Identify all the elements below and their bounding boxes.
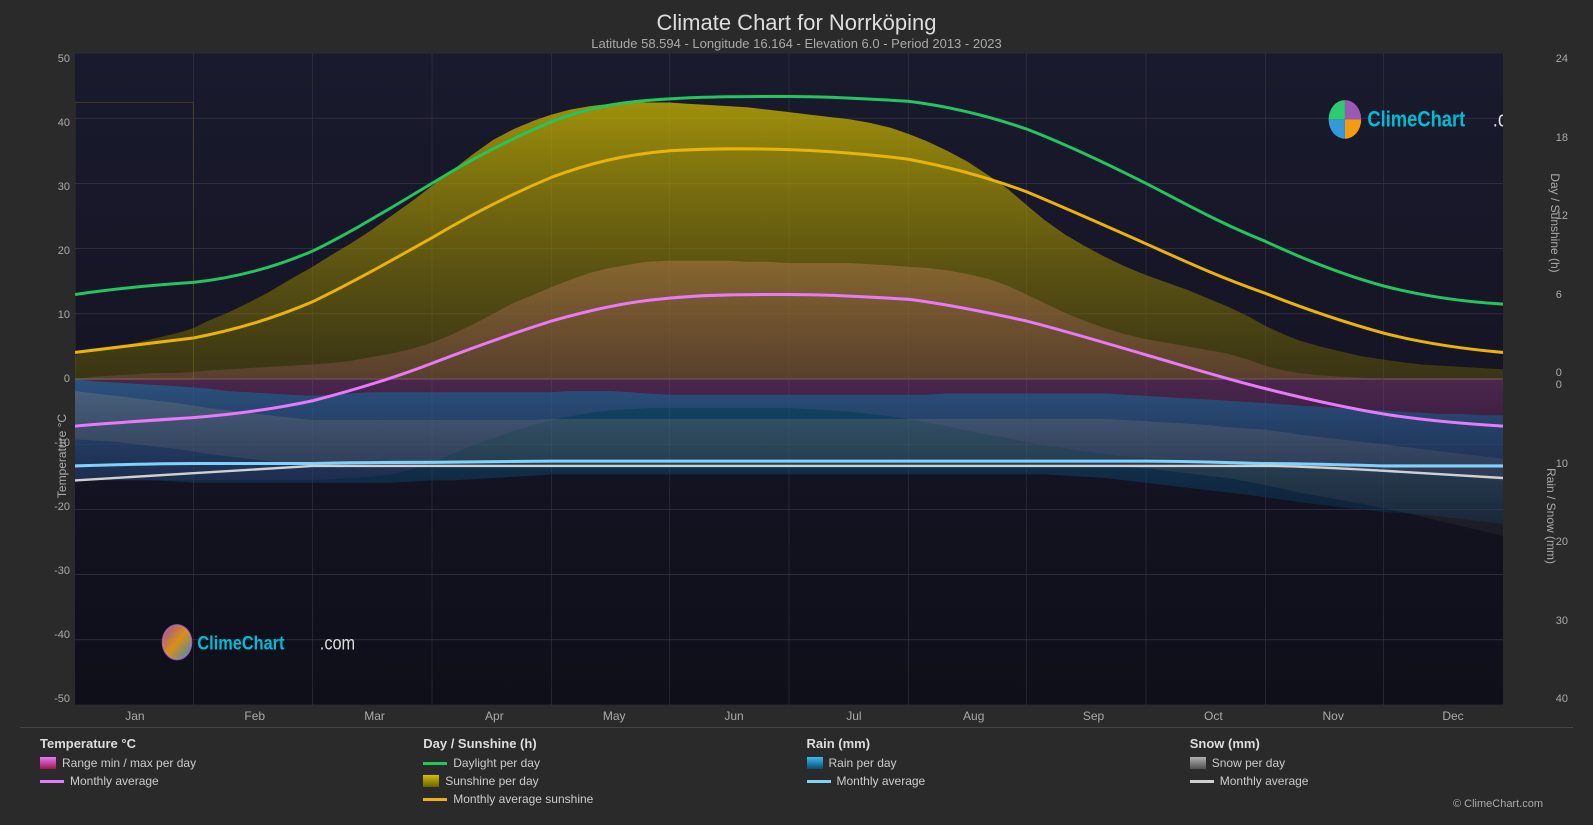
page-wrapper: Climate Chart for Norrköping Latitude 58… — [0, 0, 1593, 825]
legend-temp-avg-label: Monthly average — [70, 774, 159, 788]
x-label-may: May — [554, 709, 674, 723]
x-label-sep: Sep — [1034, 709, 1154, 723]
x-label-apr: Apr — [434, 709, 554, 723]
snow-avg-line-swatch — [1190, 780, 1214, 783]
legend-temp-title: Temperature °C — [40, 736, 403, 751]
sunshine-swatch — [423, 775, 439, 787]
y-axis-left-label: Temperature °C — [55, 386, 69, 526]
rain-swatch — [807, 757, 823, 769]
temp-avg-line-swatch — [40, 780, 64, 783]
y-right-0mm: 0 — [1556, 379, 1568, 391]
legend-daylight-label: Daylight per day — [453, 756, 540, 770]
y-left-0: 0 — [20, 373, 70, 385]
footer-credit: © ClimeChart.com — [1190, 798, 1553, 810]
y-right-6h: 6 — [1556, 289, 1568, 301]
x-label-mar: Mar — [315, 709, 435, 723]
sunshine-avg-line-swatch — [423, 798, 447, 801]
chart-subtitle: Latitude 58.594 - Longitude 16.164 - Ele… — [20, 36, 1573, 51]
legend-col-sunshine: Day / Sunshine (h) Daylight per day Suns… — [413, 736, 796, 810]
x-label-jul: Jul — [794, 709, 914, 723]
legend-rain-title: Rain (mm) — [807, 736, 1170, 751]
legend-area: Temperature °C Range min / max per day M… — [20, 727, 1573, 815]
y-right-30mm: 30 — [1556, 615, 1568, 627]
x-label-oct: Oct — [1153, 709, 1273, 723]
legend-rain-avg-label: Monthly average — [837, 774, 926, 788]
y-left-50: 50 — [20, 53, 70, 65]
legend-daylight: Daylight per day — [423, 756, 786, 770]
y-left-10: 10 — [20, 309, 70, 321]
y-left-20: 20 — [20, 245, 70, 257]
y-left-30: 30 — [20, 181, 70, 193]
legend-snow-per-day-label: Snow per day — [1212, 756, 1285, 770]
y-left-n50: -50 — [20, 693, 70, 705]
daylight-line-swatch — [423, 762, 447, 765]
chart-main: ClimeChart .com ClimeChart .com — [75, 53, 1503, 705]
legend-temp-range-label: Range min / max per day — [62, 756, 196, 770]
chart-title: Climate Chart for Norrköping — [20, 10, 1573, 36]
snow-swatch — [1190, 757, 1206, 769]
legend-snow-per-day: Snow per day — [1190, 756, 1553, 770]
x-label-feb: Feb — [195, 709, 315, 723]
chart-header: Climate Chart for Norrköping Latitude 58… — [20, 10, 1573, 51]
legend-sunshine-per-day: Sunshine per day — [423, 774, 786, 788]
rain-avg-line-swatch — [807, 780, 831, 783]
y-right-18h: 18 — [1556, 132, 1568, 144]
x-label-jan: Jan — [75, 709, 195, 723]
legend-sunshine-title: Day / Sunshine (h) — [423, 736, 786, 751]
legend-col-rain: Rain (mm) Rain per day Monthly average — [797, 736, 1180, 810]
y-right-40mm: 40 — [1556, 693, 1568, 705]
x-label-nov: Nov — [1273, 709, 1393, 723]
y-left-40: 40 — [20, 117, 70, 129]
legend-col-snow: Snow (mm) Snow per day Monthly average ©… — [1180, 736, 1563, 810]
svg-text:ClimeChart: ClimeChart — [197, 632, 284, 654]
svg-text:.com: .com — [1493, 108, 1503, 132]
y-left-n30: -30 — [20, 565, 70, 577]
legend-rain-avg: Monthly average — [807, 774, 1170, 788]
legend-sunshine-per-day-label: Sunshine per day — [445, 774, 538, 788]
y-left-n40: -40 — [20, 629, 70, 641]
legend-sunshine-avg-label: Monthly average sunshine — [453, 792, 593, 806]
legend-temp-range: Range min / max per day — [40, 756, 403, 770]
legend-snow-avg-label: Monthly average — [1220, 774, 1309, 788]
y-right-0h: 0 — [1556, 367, 1568, 379]
chart-svg: ClimeChart .com ClimeChart .com — [75, 53, 1503, 705]
svg-text:.com: .com — [320, 632, 355, 654]
x-label-dec: Dec — [1393, 709, 1513, 723]
legend-snow-title: Snow (mm) — [1190, 736, 1553, 751]
legend-snow-avg: Monthly average — [1190, 774, 1553, 788]
legend-rain-per-day-label: Rain per day — [829, 756, 897, 770]
legend-sunshine-avg: Monthly average sunshine — [423, 792, 786, 806]
legend-col-temp: Temperature °C Range min / max per day M… — [30, 736, 413, 810]
legend-temp-avg: Monthly average — [40, 774, 403, 788]
x-label-aug: Aug — [914, 709, 1034, 723]
y-right-24h: 24 — [1556, 53, 1568, 65]
y-axis-right: 24 18 12 6 0 0 10 20 30 40 Day / Sunshin… — [1503, 53, 1573, 705]
x-axis: Jan Feb Mar Apr May Jun Jul Aug Sep Oct … — [75, 705, 1513, 727]
svg-text:ClimeChart: ClimeChart — [1367, 108, 1465, 132]
temp-range-swatch — [40, 757, 56, 769]
chart-area: Temperature °C 50 40 30 20 10 0 -10 -20 … — [20, 53, 1573, 705]
y-axis-left: Temperature °C 50 40 30 20 10 0 -10 -20 … — [20, 53, 75, 705]
x-label-jun: Jun — [674, 709, 794, 723]
legend-rain-per-day: Rain per day — [807, 756, 1170, 770]
